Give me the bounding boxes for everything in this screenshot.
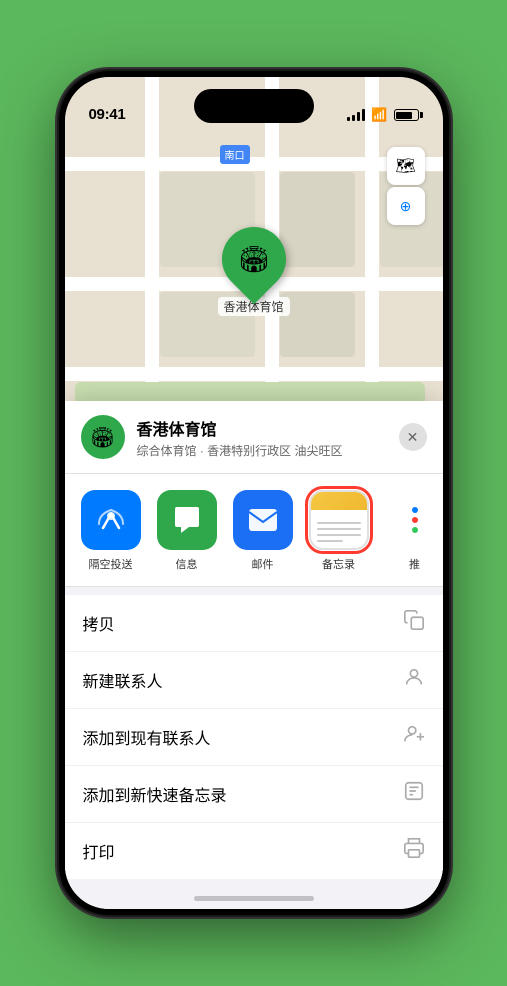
location-icon: ⊕ [400,198,412,215]
message-icon-wrap [157,490,217,550]
signal-bars [347,109,365,121]
airdrop-icon-wrap [81,490,141,550]
action-copy-label: 拷贝 [83,611,115,635]
bottom-sheet: 🏟 香港体育馆 综合体育馆 · 香港特别行政区 油尖旺区 ✕ [65,401,443,909]
message-label: 信息 [176,556,198,572]
share-item-more[interactable]: 推 [385,490,443,572]
action-quick-note-label: 添加到新快速备忘录 [83,782,227,806]
mail-label: 邮件 [252,556,274,572]
location-button[interactable]: ⊕ [387,187,425,225]
venue-info: 香港体育馆 综合体育馆 · 香港特别行政区 油尖旺区 [137,416,387,459]
action-add-existing[interactable]: 添加到现有联系人 [65,709,443,766]
map-label: 南口 [220,145,250,164]
action-quick-note[interactable]: 添加到新快速备忘录 [65,766,443,823]
more-wrap [385,490,443,550]
pin-bubble: 🏟 [208,214,299,305]
map-controls: 🗺 ⊕ [387,147,425,225]
phone-screen: 09:41 📶 南口 🗺 [65,77,443,909]
action-add-existing-label: 添加到现有联系人 [83,725,211,749]
add-existing-icon [403,723,425,751]
action-copy[interactable]: 拷贝 [65,595,443,652]
status-time: 09:41 [89,106,126,123]
venue-card: 🏟 香港体育馆 综合体育馆 · 香港特别行政区 油尖旺区 ✕ [65,401,443,474]
quick-note-icon [403,780,425,808]
copy-icon [403,609,425,637]
close-icon: ✕ [407,429,419,446]
share-item-notes[interactable]: 备忘录 [309,490,369,572]
home-indicator [194,896,314,901]
status-icons: 📶 [347,107,418,123]
action-print[interactable]: 打印 [65,823,443,879]
notes-label: 备忘录 [322,556,355,572]
airdrop-label: 隔空投送 [89,556,133,572]
venue-name: 香港体育馆 [137,416,387,440]
new-contact-icon [403,666,425,694]
dynamic-island [194,89,314,123]
close-button[interactable]: ✕ [399,423,427,451]
print-icon [403,837,425,865]
mail-icon-wrap [233,490,293,550]
venue-pin: 🏟 香港体育馆 [217,227,289,316]
share-item-mail[interactable]: 邮件 [233,490,293,572]
venue-icon-emoji: 🏟 [90,425,115,450]
share-row: 隔空投送 信息 [65,474,443,587]
venue-desc: 综合体育馆 · 香港特别行政区 油尖旺区 [137,442,387,459]
mail-icon [247,507,279,533]
action-print-label: 打印 [83,839,115,863]
share-item-airdrop[interactable]: 隔空投送 [81,490,141,572]
share-item-message[interactable]: 信息 [157,490,217,572]
phone-frame: 09:41 📶 南口 🗺 [59,71,449,915]
action-list: 拷贝 新建联系人 [65,595,443,879]
map-view-icon: 🗺 [395,156,415,176]
wifi-icon: 📶 [371,107,387,123]
notes-lines [317,522,361,542]
map-view-button[interactable]: 🗺 [387,147,425,185]
notes-icon-wrap [309,490,369,550]
action-new-contact[interactable]: 新建联系人 [65,652,443,709]
notes-top-bar [311,492,367,510]
message-icon [171,505,203,535]
more-label: 推 [409,556,420,572]
venue-card-icon: 🏟 [81,415,125,459]
airdrop-icon [95,504,127,536]
pin-emoji: 🏟 [237,244,270,275]
battery-icon [394,109,419,121]
action-new-contact-label: 新建联系人 [83,668,163,692]
